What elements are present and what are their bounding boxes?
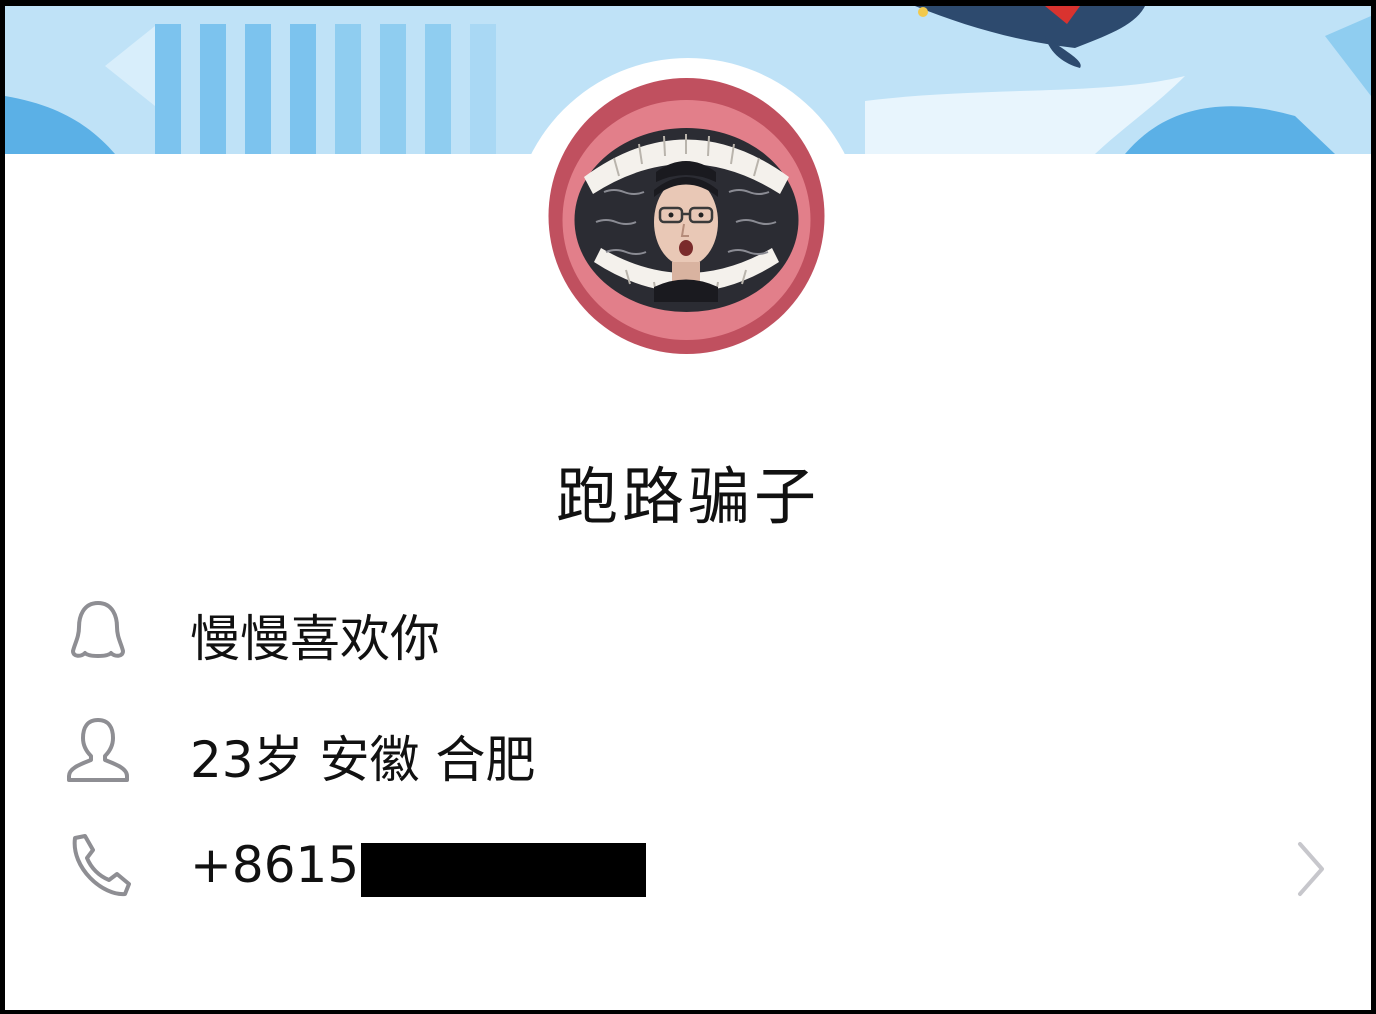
nickname: 跑路骗子 (555, 460, 820, 533)
screaming-mouth-avatar-image (546, 74, 827, 355)
signature-text: 慢慢喜欢你 (190, 610, 440, 668)
phone-outline-icon (63, 828, 133, 908)
signature-row[interactable]: 慢慢喜欢你 (5, 591, 1371, 671)
person-outline-icon (63, 712, 133, 792)
profile-card: 跑路骗子 慢慢喜欢你 23岁 安徽 合肥 +86158 (0, 0, 1376, 1014)
chevron-right-icon[interactable] (1290, 836, 1330, 902)
phone-row[interactable]: +86158 (5, 828, 1371, 908)
phone-redaction-bar (361, 843, 646, 897)
basic-info-text: 23岁 安徽 合肥 (190, 731, 536, 789)
avatar[interactable] (544, 72, 829, 357)
basic-info-row[interactable]: 23岁 安徽 合肥 (5, 712, 1371, 792)
penguin-outline-icon (63, 591, 133, 671)
